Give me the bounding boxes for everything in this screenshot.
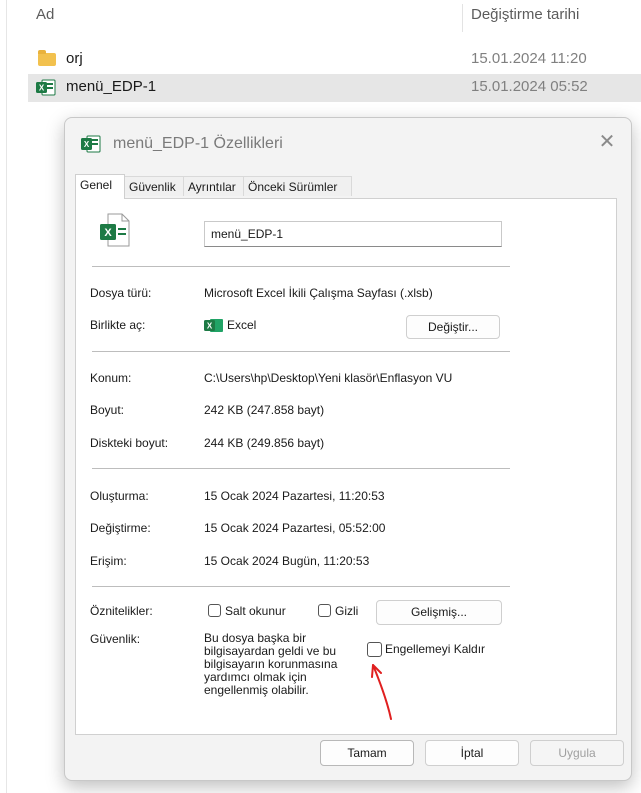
ok-button[interactable]: Tamam (320, 740, 414, 766)
excel-file-icon: X (81, 135, 101, 153)
file-type-label: Dosya türü: (90, 286, 152, 300)
folder-icon (38, 50, 56, 66)
divider (92, 266, 510, 267)
hidden-checkbox[interactable] (318, 604, 331, 617)
open-with-value: Excel (227, 318, 257, 332)
file-date: 15.01.2024 05:52 (471, 78, 588, 95)
readonly-label[interactable]: Salt okunur (225, 604, 286, 618)
file-row-orj[interactable]: orj 15.01.2024 11:20 (28, 46, 641, 74)
excel-file-large-icon: X (100, 213, 130, 247)
attributes-label: Öznitelikler: (90, 604, 153, 618)
annotation-arrow-icon (371, 664, 392, 720)
security-label: Güvenlik: (90, 632, 141, 646)
divider (92, 586, 510, 587)
column-header-modified[interactable]: Değiştirme tarihi (471, 6, 579, 23)
tab-ayrintilar[interactable]: Ayrıntılar (183, 176, 244, 196)
created-label: Oluşturma: (90, 489, 149, 503)
readonly-checkbox[interactable] (208, 604, 221, 617)
security-message-line: engellenmiş olabilir. (204, 683, 309, 697)
advanced-button[interactable]: Gelişmiş... (376, 600, 502, 625)
accessed-value: 15 Ocak 2024 Bugün, 11:20:53 (204, 554, 370, 568)
unblock-label[interactable]: Engellemeyi Kaldır (385, 642, 485, 656)
svg-text:X: X (84, 140, 90, 149)
close-button[interactable]: ✕ (595, 130, 619, 154)
unblock-checkbox[interactable] (367, 642, 382, 657)
file-row-menu-edp-1[interactable]: X menü_EDP-1 15.01.2024 05:52 (28, 74, 641, 102)
file-name-input[interactable]: menü_EDP-1 (204, 221, 502, 247)
accessed-label: Erişim: (90, 554, 127, 568)
column-header-name[interactable]: Ad (36, 6, 54, 23)
dialog-title: menü_EDP-1 Özellikleri (113, 135, 283, 152)
tab-onceki-surumler[interactable]: Önceki Sürümler (243, 176, 352, 196)
disk-size-label: Diskteki boyut: (90, 436, 169, 450)
file-name: menü_EDP-1 (66, 78, 157, 95)
general-panel: X menü_EDP-1 Dosya türü: Microsoft Excel… (75, 198, 617, 735)
svg-text:X: X (207, 322, 213, 331)
security-message: Bu dosya başka bir bilgisayardan geldi v… (204, 632, 337, 697)
divider (92, 468, 510, 469)
location-label: Konum: (90, 371, 132, 385)
location-value: C:\Users\hp\Desktop\Yeni klasör\Enflasyo… (204, 371, 453, 385)
file-date: 15.01.2024 11:20 (471, 50, 587, 67)
size-value: 242 KB (247.858 bayt) (204, 403, 325, 417)
created-value: 15 Ocak 2024 Pazartesi, 11:20:53 (204, 489, 385, 503)
modified-label: Değiştirme: (90, 521, 151, 535)
excel-file-icon: X (36, 79, 56, 96)
properties-dialog: X menü_EDP-1 Özellikleri ✕ Genel Güvenli… (64, 117, 632, 781)
size-label: Boyut: (90, 403, 125, 417)
change-button[interactable]: Değiştir... (406, 315, 500, 339)
divider (92, 351, 510, 352)
apply-button[interactable]: Uygula (530, 740, 624, 766)
svg-text:X: X (39, 84, 45, 93)
file-name: orj (66, 50, 83, 67)
column-separator[interactable] (462, 4, 463, 32)
open-with-label: Birlikte aç: (90, 318, 146, 332)
tab-guvenlik[interactable]: Güvenlik (124, 176, 184, 196)
explorer-left-border (6, 0, 7, 793)
tab-genel[interactable]: Genel (75, 174, 125, 199)
file-type-value: Microsoft Excel İkili Çalışma Sayfası (.… (204, 286, 433, 300)
cancel-button[interactable]: İptal (425, 740, 519, 766)
excel-app-icon: X (204, 319, 223, 332)
hidden-label[interactable]: Gizli (335, 604, 358, 618)
svg-text:X: X (104, 227, 112, 239)
modified-value: 15 Ocak 2024 Pazartesi, 05:52:00 (204, 521, 386, 535)
disk-size-value: 244 KB (249.856 bayt) (204, 436, 325, 450)
